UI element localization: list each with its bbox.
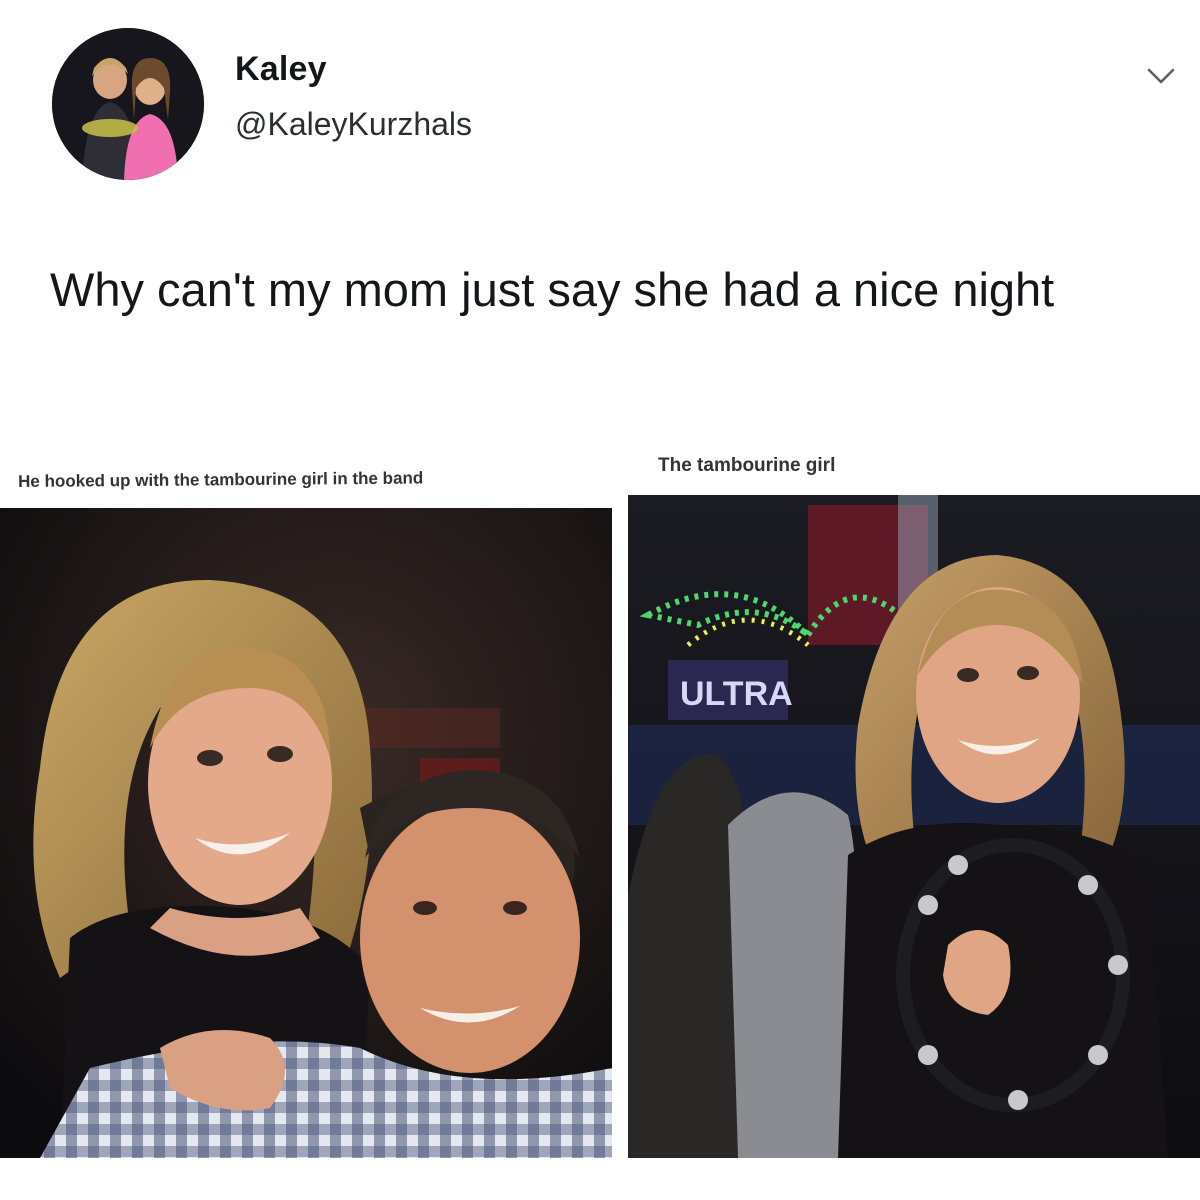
avatar[interactable]: [52, 28, 204, 180]
tweet-text: Why can't my mom just say she had a nice…: [50, 263, 1055, 316]
tweet-card: Kaley @KaleyKurzhals Why can't my mom ju…: [0, 0, 1200, 1200]
avatar-photo: [52, 28, 204, 180]
display-name[interactable]: Kaley: [235, 50, 327, 89]
image-caption-left: He hooked up with the tambourine girl in…: [18, 468, 424, 491]
tambourine-girl-photo[interactable]: ULTRA: [628, 495, 1200, 1158]
image-caption-right: The tambourine girl: [658, 455, 836, 476]
user-handle[interactable]: @KaleyKurzhals: [235, 106, 472, 143]
couple-photo[interactable]: [0, 508, 612, 1158]
sign-text: ULTRA: [680, 675, 793, 713]
chevron-down-icon[interactable]: [1146, 64, 1176, 88]
